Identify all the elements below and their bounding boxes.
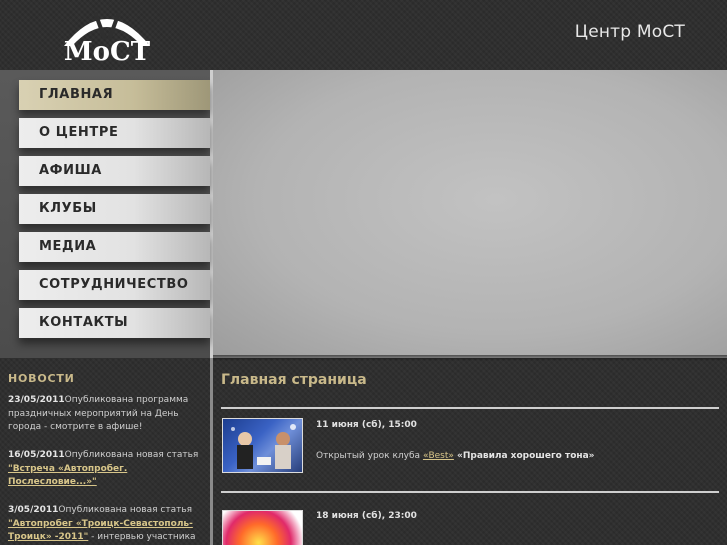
event-photo-icon [231,424,296,469]
event-date: 11 июня (сб), 15:00 [316,420,417,430]
divider [221,491,719,493]
news-date: 23/05/2011 [8,395,65,405]
news-text-after: - интервью участника [88,532,196,542]
event-description: Открытый урок клуба «Best» «Правила хоро… [316,451,595,461]
news-item: 16/05/2011Опубликована новая статья "Вст… [8,449,204,490]
news-article-link[interactable]: "Встреча «Автопробег. Послесловие...»" [8,464,127,488]
nav-item-cooperation[interactable]: СОТРУДНИЧЕСТВО [19,270,210,300]
news-column: НОВОСТИ 23/05/2011Опубликована программа… [0,358,213,545]
event-club-link[interactable]: «Best» [423,451,454,461]
news-date: 16/05/2011 [8,450,65,460]
logo[interactable]: МоСТ [58,6,156,67]
news-date: 3/05/2011 [8,505,59,515]
logo-text: МоСТ [63,37,151,67]
nav-item-media[interactable]: МЕДИА [19,232,210,262]
event-date: 18 июня (сб), 23:00 [316,511,417,521]
news-text: Опубликована новая статья [58,505,193,515]
event-title: «Правила хорошего тона» [453,451,595,461]
news-item: 23/05/2011Опубликована программа праздни… [8,394,204,435]
event-thumbnail[interactable] [222,418,303,473]
news-item: 3/05/2011Опубликована новая статья "Авто… [8,504,204,545]
divider [221,407,719,409]
header: МоСТ Центр МоСТ [0,0,727,70]
nav-item-about[interactable]: О ЦЕНТРЕ [19,118,210,148]
main-navigation: ГЛАВНАЯ О ЦЕНТРЕ АФИША КЛУБЫ МЕДИА СОТРУ… [0,70,213,358]
news-heading: НОВОСТИ [8,372,75,385]
nav-item-contacts[interactable]: КОНТАКТЫ [19,308,210,338]
site-title: Центр МоСТ [574,22,685,42]
page-title: Главная страница [221,372,367,388]
banner-area [213,70,727,358]
event-thumbnail[interactable] [222,510,303,545]
nav-item-afisha[interactable]: АФИША [19,156,210,186]
main-content: Главная страница 11 июня (сб), 15:00 Отк… [213,358,727,545]
nav-item-clubs[interactable]: КЛУБЫ [19,194,210,224]
event-prefix: Открытый урок клуба [316,451,423,461]
news-text: Опубликована новая статья [64,450,199,460]
nav-item-home[interactable]: ГЛАВНАЯ [19,80,210,110]
